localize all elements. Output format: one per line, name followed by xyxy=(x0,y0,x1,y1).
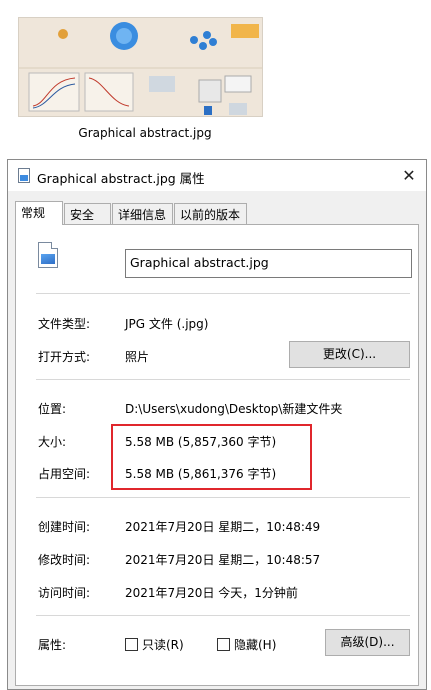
accessed-label: 访问时间: xyxy=(38,586,91,600)
tab-previous-versions[interactable]: 以前的版本 xyxy=(174,203,247,224)
thumbnail-graphic xyxy=(19,18,262,116)
file-type-label: 文件类型: xyxy=(38,317,91,331)
title-bar[interactable]: Graphical abstract.jpg 属性 ✕ xyxy=(8,160,426,191)
image-file-icon xyxy=(18,168,30,183)
properties-dialog: Graphical abstract.jpg 属性 ✕ 常规 安全 详细信息 以… xyxy=(7,159,427,690)
divider xyxy=(36,293,410,294)
divider xyxy=(36,497,410,498)
attributes-label: 属性: xyxy=(38,638,67,652)
close-button[interactable]: ✕ xyxy=(392,160,426,191)
size-label: 大小: xyxy=(38,435,67,449)
hidden-label[interactable]: 隐藏(H) xyxy=(234,636,276,653)
readonly-label[interactable]: 只读(R) xyxy=(142,636,184,653)
tab-details[interactable]: 详细信息 xyxy=(112,203,173,224)
size-highlight-box xyxy=(111,424,312,490)
jpg-file-icon xyxy=(38,242,58,268)
size-on-disk-label: 占用空间: xyxy=(38,467,91,481)
divider xyxy=(36,615,410,616)
created-label: 创建时间: xyxy=(38,520,91,534)
divider xyxy=(36,379,410,380)
created-value: 2021年7月20日 星期二，10:48:49 xyxy=(125,520,321,534)
modified-label: 修改时间: xyxy=(38,553,91,567)
general-panel: Graphical abstract.jpg 文件类型: JPG 文件 (.jp… xyxy=(15,224,419,686)
change-button[interactable]: 更改(C)... xyxy=(289,341,410,368)
tab-label: 安全 xyxy=(70,208,95,222)
tab-label: 以前的版本 xyxy=(180,208,241,222)
tab-security[interactable]: 安全 xyxy=(64,203,111,224)
thumbnail-caption: Graphical abstract.jpg xyxy=(78,126,212,140)
opens-with-value: 照片 xyxy=(125,350,150,364)
location-value: D:\Users\xudong\Desktop\新建文件夹 xyxy=(125,402,343,416)
advanced-button[interactable]: 高级(D)... xyxy=(325,629,410,656)
modified-value: 2021年7月20日 星期二，10:48:57 xyxy=(125,553,321,567)
file-name-field[interactable]: Graphical abstract.jpg xyxy=(125,249,412,278)
file-type-value: JPG 文件 (.jpg) xyxy=(125,317,209,331)
dialog-title: Graphical abstract.jpg 属性 xyxy=(37,171,205,186)
image-thumbnail[interactable] xyxy=(18,17,263,117)
tab-label: 常规 xyxy=(21,206,46,220)
tab-general[interactable]: 常规 xyxy=(15,201,63,225)
location-label: 位置: xyxy=(38,402,67,416)
hidden-checkbox[interactable] xyxy=(217,638,230,651)
accessed-value: 2021年7月20日 今天，1分钟前 xyxy=(125,586,298,600)
tab-label: 详细信息 xyxy=(118,208,167,222)
opens-with-label: 打开方式: xyxy=(38,350,91,364)
readonly-checkbox[interactable] xyxy=(125,638,138,651)
